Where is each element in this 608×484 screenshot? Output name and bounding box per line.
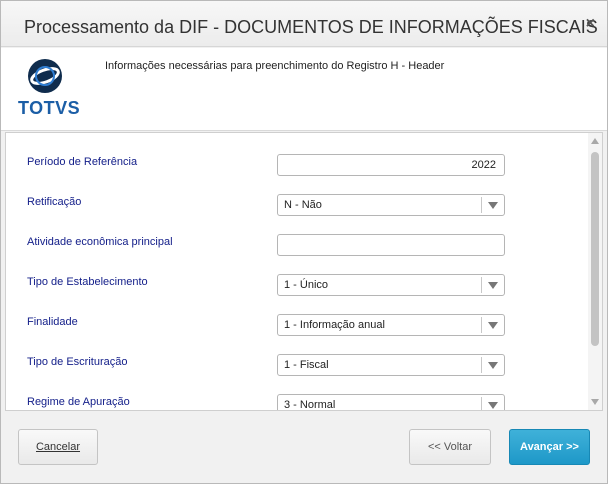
field-row-tipo-escrituracao: Tipo de Escrituração 1 - Fiscal xyxy=(6,354,590,382)
vertical-scrollbar[interactable] xyxy=(588,133,602,410)
tipo-escrituracao-select[interactable]: 1 - Fiscal xyxy=(277,354,505,376)
select-separator xyxy=(481,357,482,373)
header-panel: TOTVS Informações necessárias para preen… xyxy=(1,48,607,131)
form-panel: Período de Referência 2022 Retificação N… xyxy=(5,132,603,411)
window-title: Processamento da DIF - DOCUMENTOS DE INF… xyxy=(24,17,598,37)
scrollbar-thumb[interactable] xyxy=(591,152,599,346)
chevron-down-icon[interactable] xyxy=(488,402,498,409)
field-value: 1 - Fiscal xyxy=(284,359,329,371)
field-row-retificacao: Retificação N - Não xyxy=(6,194,590,222)
scroll-up-icon[interactable] xyxy=(591,138,599,144)
field-row-tipo-estabelecimento: Tipo de Estabelecimento 1 - Único xyxy=(6,274,590,302)
field-label: Retificação xyxy=(27,196,82,208)
select-separator xyxy=(481,197,482,213)
select-separator xyxy=(481,317,482,333)
field-value: 1 - Único xyxy=(284,279,329,291)
atividade-economica-input[interactable] xyxy=(277,234,505,256)
field-value: 1 - Informação anual xyxy=(284,319,385,331)
periodo-referencia-input[interactable]: 2022 xyxy=(277,154,505,176)
field-label: Atividade econômica principal xyxy=(27,236,173,248)
chevron-down-icon[interactable] xyxy=(488,322,498,329)
close-icon[interactable]: × xyxy=(586,16,595,32)
scroll-down-icon[interactable] xyxy=(591,399,599,405)
totvs-logo: TOTVS xyxy=(18,58,81,122)
field-row-periodo: Período de Referência 2022 xyxy=(6,154,590,182)
chevron-down-icon[interactable] xyxy=(488,202,498,209)
field-row-finalidade: Finalidade 1 - Informação anual xyxy=(6,314,590,342)
field-value: N - Não xyxy=(284,199,322,211)
field-label: Tipo de Estabelecimento xyxy=(27,276,148,288)
select-separator xyxy=(481,397,482,410)
field-label: Finalidade xyxy=(27,316,78,328)
retificacao-select[interactable]: N - Não xyxy=(277,194,505,216)
select-separator xyxy=(481,277,482,293)
field-row-atividade: Atividade econômica principal xyxy=(6,234,590,262)
next-button[interactable]: Avançar >> xyxy=(509,429,590,465)
title-bar: Processamento da DIF - DOCUMENTOS DE INF… xyxy=(1,1,607,47)
dialog-window: Processamento da DIF - DOCUMENTOS DE INF… xyxy=(0,0,608,484)
logo-text: TOTVS xyxy=(18,98,81,118)
field-label: Regime de Apuração xyxy=(27,396,130,408)
regime-apuracao-select[interactable]: 3 - Normal xyxy=(277,394,505,411)
tipo-estabelecimento-select[interactable]: 1 - Único xyxy=(277,274,505,296)
field-value: 3 - Normal xyxy=(284,399,336,411)
field-label: Tipo de Escrituração xyxy=(27,356,128,368)
header-description: Informações necessárias para preenchimen… xyxy=(105,60,445,72)
field-row-regime-apuracao: Regime de Apuração 3 - Normal xyxy=(6,394,590,411)
chevron-down-icon[interactable] xyxy=(488,282,498,289)
field-label: Período de Referência xyxy=(27,156,138,168)
finalidade-select[interactable]: 1 - Informação anual xyxy=(277,314,505,336)
back-button[interactable]: << Voltar xyxy=(409,429,491,465)
chevron-down-icon[interactable] xyxy=(488,362,498,369)
cancel-button[interactable]: Cancelar xyxy=(18,429,98,465)
totvs-logo-icon xyxy=(28,59,62,93)
field-value: 2022 xyxy=(471,159,496,171)
footer-bar: Cancelar << Voltar Avançar >> xyxy=(1,412,607,483)
